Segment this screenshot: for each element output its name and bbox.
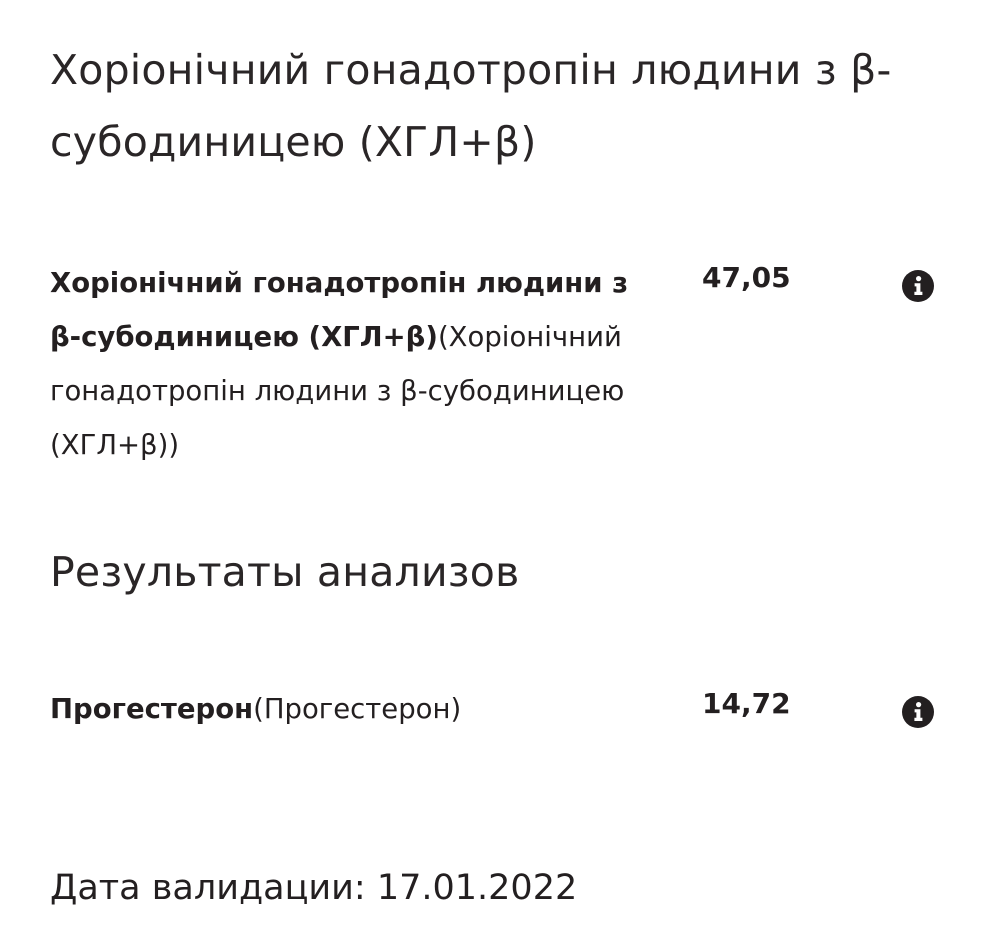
result-value: 14,72 bbox=[702, 687, 791, 720]
validation-label: Дата валидации: bbox=[50, 868, 366, 908]
result-row: Хоріонічний гонадотропін людини з β-субо… bbox=[50, 256, 950, 476]
result-name: Хоріонічний гонадотропін людини з β-субо… bbox=[50, 256, 630, 472]
info-icon[interactable] bbox=[902, 270, 934, 302]
result-row: Прогестерон(Прогестерон) 14,72 bbox=[50, 682, 950, 742]
validation-date: Дата валидации: 17.01.2022 bbox=[50, 860, 577, 916]
info-icon[interactable] bbox=[902, 696, 934, 728]
validation-date-value: 17.01.2022 bbox=[376, 868, 578, 908]
section-title-results: Результаты анализов bbox=[50, 548, 520, 596]
result-value: 47,05 bbox=[702, 261, 791, 294]
result-name-bold: Прогестерон bbox=[50, 693, 254, 725]
result-name-plain: (Прогестерон) bbox=[253, 693, 462, 725]
result-name: Прогестерон(Прогестерон) bbox=[50, 682, 630, 736]
section-title-hcg: Хоріонічний гонадотропін людини з β-субо… bbox=[50, 46, 892, 166]
